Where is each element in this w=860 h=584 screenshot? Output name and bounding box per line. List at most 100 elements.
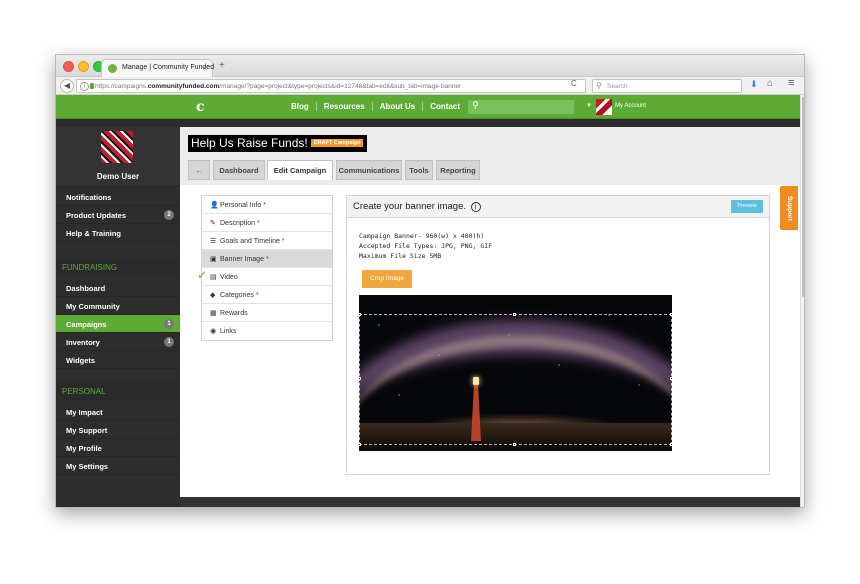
- site-logo[interactable]: c: [196, 99, 216, 115]
- sidebar-item-help-training[interactable]: Help & Training: [56, 224, 180, 242]
- crop-handle[interactable]: [670, 377, 672, 380]
- browser-window: Manage | Community Funded × + ◀ i https:…: [55, 54, 805, 508]
- banner-image-preview[interactable]: [359, 295, 672, 451]
- support-tab[interactable]: Support: [780, 186, 798, 230]
- avatar[interactable]: [101, 131, 133, 163]
- tab-close-icon[interactable]: ×: [202, 64, 207, 73]
- header-divider: [56, 119, 804, 127]
- sidebar-item-my-settings[interactable]: My Settings: [56, 457, 180, 475]
- required-mark: *: [256, 220, 260, 227]
- banner-panel: Create your banner image. i Preview Camp…: [346, 195, 770, 475]
- subnav-item-links[interactable]: ◉ Links: [202, 322, 332, 340]
- url-path: /manage/?page=project&type=projects&id=1…: [219, 83, 462, 90]
- preview-button[interactable]: Preview: [731, 200, 763, 213]
- sidebar-item-label: My Impact: [66, 408, 103, 417]
- subnav-item-rewards[interactable]: ▦ Rewards: [202, 304, 332, 322]
- subnav-label: Video: [220, 274, 238, 281]
- subnav-label: Personal Info: [220, 202, 262, 209]
- subnav-item-personal-info[interactable]: 👤Personal Info *: [202, 196, 332, 214]
- page-title: Help Us Raise Funds! DRAFT Campaign: [188, 135, 368, 152]
- tab-edit-campaign[interactable]: Edit Campaign: [267, 160, 333, 180]
- panel-header: Create your banner image. i Preview: [347, 196, 769, 218]
- search-icon: ⚲: [472, 100, 479, 110]
- subnav-label: Categories: [220, 292, 254, 299]
- pencil-icon: ✎: [210, 220, 216, 227]
- subnav-item-banner-image[interactable]: ▣ Banner Image *: [202, 250, 332, 268]
- sidebar-item-campaigns[interactable]: Campaigns 1: [56, 315, 180, 333]
- info-icon[interactable]: i: [80, 82, 89, 91]
- nav-link-blog[interactable]: Blog: [284, 102, 317, 111]
- subnav-item-description[interactable]: ✎ Description *: [202, 214, 332, 232]
- subnav-item-categories[interactable]: ◆ Categories *: [202, 286, 332, 304]
- sidebar-section-fundraising: FUNDRAISING: [56, 258, 180, 276]
- site-search-input[interactable]: ⚲: [468, 100, 574, 114]
- download-icon[interactable]: ⬇: [750, 79, 758, 90]
- tab-dashboard[interactable]: Dashboard: [213, 160, 265, 180]
- user-profile: Demo User: [56, 127, 180, 185]
- crop-handle[interactable]: [513, 443, 516, 446]
- user-icon: 👤: [210, 202, 219, 209]
- grid-icon: ▦: [210, 310, 217, 317]
- crop-image-button[interactable]: Crop Image: [362, 270, 412, 288]
- sidebar-item-dashboard[interactable]: Dashboard: [56, 279, 180, 297]
- sidebar-item-my-impact[interactable]: My Impact: [56, 403, 180, 421]
- account-avatar[interactable]: [596, 99, 612, 115]
- crop-handle[interactable]: [359, 377, 361, 380]
- sidebar-item-label: Notifications: [66, 193, 112, 202]
- tab-title: Manage | Community Funded: [122, 64, 215, 71]
- url-field[interactable]: i https://campaigns.communityfunded.com/…: [76, 79, 586, 93]
- nav-link-contact[interactable]: Contact: [423, 102, 467, 111]
- sidebar-item-my-community[interactable]: My Community: [56, 297, 180, 315]
- sidebar-item-label: Campaigns: [66, 320, 107, 329]
- browser-tab[interactable]: Manage | Community Funded ×: [101, 59, 215, 77]
- hamburger-menu-icon[interactable]: ≡: [788, 77, 794, 89]
- user-name: Demo User: [96, 172, 140, 181]
- chevron-down-icon[interactable]: ▼: [586, 103, 592, 109]
- subnav-item-goals-timeline[interactable]: ☰ Goals and Timeline *: [202, 232, 332, 250]
- info-icon[interactable]: i: [470, 202, 481, 212]
- nav-link-about[interactable]: About Us: [372, 102, 424, 111]
- browser-search-placeholder: Search: [607, 83, 628, 90]
- browser-titlebar: Manage | Community Funded × +: [56, 55, 804, 77]
- scrollbar[interactable]: [800, 95, 804, 507]
- scrollbar-thumb[interactable]: [802, 97, 804, 297]
- sidebar-item-product-updates[interactable]: Product Updates 2: [56, 206, 180, 224]
- sidebar-item-widgets[interactable]: Widgets: [56, 351, 180, 369]
- reload-icon[interactable]: C: [571, 79, 577, 88]
- home-icon[interactable]: ⌂: [767, 78, 773, 89]
- close-window-button[interactable]: [63, 61, 74, 72]
- subnav-item-video[interactable]: ▤ Video: [202, 268, 332, 286]
- back-button[interactable]: ◀: [60, 79, 74, 93]
- sidebar-item-my-support[interactable]: My Support: [56, 421, 180, 439]
- tab-communications[interactable]: Communications: [336, 160, 402, 180]
- subnav-label: Banner Image: [220, 256, 264, 263]
- tab-reporting[interactable]: Reporting: [436, 160, 480, 180]
- new-tab-button[interactable]: +: [219, 60, 225, 71]
- minimize-window-button[interactable]: [78, 61, 89, 72]
- crop-selection-box[interactable]: [359, 313, 672, 446]
- favicon-icon: [108, 64, 117, 73]
- sidebar-item-notifications[interactable]: Notifications: [56, 188, 180, 206]
- tab-tools[interactable]: Tools: [405, 160, 433, 180]
- sidebar-section-personal: PERSONAL: [56, 382, 180, 400]
- back-arrow-button[interactable]: ←: [188, 160, 210, 180]
- crop-handle[interactable]: [670, 443, 672, 446]
- browser-search-input[interactable]: ⚲ Search: [592, 79, 742, 93]
- campaign-header: Help Us Raise Funds! DRAFT Campaign ← Das…: [180, 127, 800, 185]
- crop-handle[interactable]: [359, 313, 361, 316]
- sidebar-item-label: Inventory: [66, 338, 100, 347]
- checkmark-icon: ✓: [197, 268, 208, 282]
- sidebar-item-label: My Settings: [66, 462, 109, 471]
- my-account-link[interactable]: My Account: [615, 103, 646, 109]
- sidebar-item-inventory[interactable]: Inventory 1: [56, 333, 180, 351]
- crop-handle[interactable]: [513, 313, 516, 316]
- crop-handle[interactable]: [670, 313, 672, 316]
- sidebar-item-my-profile[interactable]: My Profile: [56, 439, 180, 457]
- required-mark: *: [265, 256, 269, 263]
- nav-link-resources[interactable]: Resources: [316, 102, 373, 111]
- count-badge: 1: [164, 319, 174, 329]
- main-content: Help Us Raise Funds! DRAFT Campaign ← Das…: [180, 127, 800, 497]
- campaign-title: Help Us Raise Funds!: [191, 136, 308, 150]
- image-icon: ▣: [210, 256, 217, 263]
- crop-handle[interactable]: [359, 443, 361, 446]
